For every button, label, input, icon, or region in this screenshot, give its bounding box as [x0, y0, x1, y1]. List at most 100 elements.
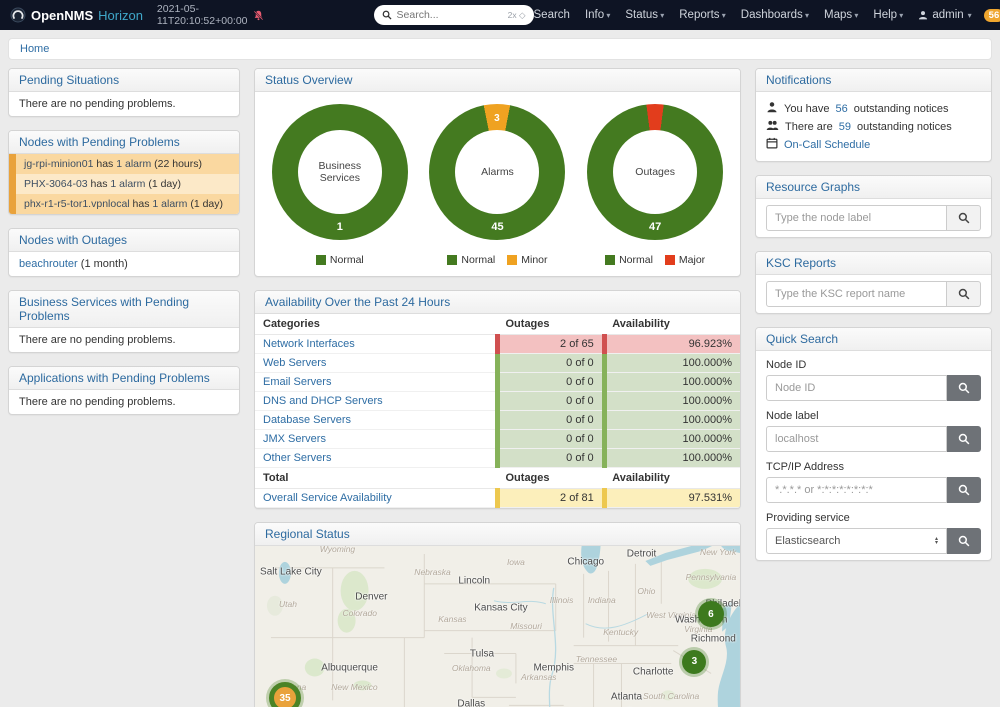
ksc-reports-search-button[interactable]	[947, 281, 981, 307]
donut-total-value: 1	[272, 221, 408, 233]
ksc-reports-input[interactable]	[766, 281, 947, 307]
breadcrumb-home-link[interactable]: Home	[20, 43, 49, 55]
notif-text: You have	[784, 103, 829, 115]
nav-admin-menu[interactable]: admin ▾	[918, 9, 971, 21]
alarm-link[interactable]: 1 alarm	[116, 158, 151, 170]
map-cluster-marker-35[interactable]: 35	[269, 682, 301, 707]
donut-center-label: Outages	[635, 166, 675, 178]
tcp-ip-address-search-button[interactable]	[947, 477, 981, 503]
category-link[interactable]: Web Servers	[263, 357, 326, 369]
map-state-label-iowa: Iowa	[507, 557, 525, 567]
notif-text: outstanding notices	[854, 103, 949, 115]
providing-service-search-button[interactable]	[947, 528, 981, 554]
providing-service-select[interactable]: Elasticsearch▴▾	[766, 528, 947, 554]
status-overview-card: Status Overview Business Services1Normal…	[254, 68, 741, 277]
nav-item-maps[interactable]: Maps ▾	[824, 9, 858, 21]
map-state-label-tennessee: Tennessee	[576, 654, 617, 664]
node-label-search-button[interactable]	[947, 426, 981, 452]
map-state-label-indiana: Indiana	[588, 595, 616, 605]
admin-username: admin	[932, 9, 963, 21]
legend-swatch	[665, 255, 675, 265]
notification-item: You have 56 outstanding notices	[766, 101, 981, 116]
row-text: has	[93, 158, 116, 170]
notif-link[interactable]: On-Call Schedule	[784, 139, 870, 151]
category-link[interactable]: Network Interfaces	[263, 338, 355, 350]
chevron-down-icon: ▾	[852, 11, 858, 20]
node-link[interactable]: phx-r1-r5-tor1.vpnlocal	[24, 198, 130, 210]
category-link[interactable]: Database Servers	[263, 414, 351, 426]
map-city-label-charlotte: Charlotte	[633, 667, 674, 678]
user-icon	[918, 10, 928, 20]
map-cluster-marker-3[interactable]: 3	[682, 650, 706, 674]
category-link[interactable]: Other Servers	[263, 452, 331, 464]
notif-link[interactable]: 59	[839, 121, 851, 133]
availability-value: 96.923%	[604, 335, 740, 354]
donut-chart[interactable]: Business Services1	[272, 104, 408, 240]
notification-badge-1[interactable]: 56	[984, 9, 1000, 22]
donut-chart[interactable]: Alarms453	[429, 104, 565, 240]
search-icon	[958, 288, 970, 300]
category-link[interactable]: Email Servers	[263, 376, 331, 388]
resource-graphs-search-button[interactable]	[947, 205, 981, 231]
category-link[interactable]: DNS and DHCP Servers	[263, 395, 383, 407]
nav-item-search[interactable]: Search	[534, 9, 570, 21]
calendar-icon-wrap	[766, 137, 778, 152]
notifications-off-icon[interactable]	[253, 10, 264, 21]
node-id-input[interactable]	[766, 375, 947, 401]
regional-status-map[interactable]: WyomingSalt Lake CityUtahDenverColoradoN…	[255, 546, 740, 707]
row-text: has	[88, 178, 111, 190]
card-title[interactable]: Nodes with Pending Problems	[9, 131, 239, 154]
nav-item-reports[interactable]: Reports ▾	[679, 9, 726, 21]
right-column: Notifications You have 56 outstanding no…	[755, 68, 992, 574]
donut-slice-value: 3	[494, 113, 500, 124]
donut-chart[interactable]: Outages47	[587, 104, 723, 240]
category-link[interactable]: JMX Servers	[263, 433, 326, 445]
node-link[interactable]: PHX-3064-03	[24, 178, 88, 190]
node-link[interactable]: beachrouter	[19, 258, 78, 270]
donut-legend: NormalMinor	[447, 254, 547, 266]
search-input[interactable]	[397, 9, 503, 21]
donut-hole: Outages	[613, 130, 697, 214]
node-id-search-button[interactable]	[947, 375, 981, 401]
map-cluster-marker-6[interactable]: 6	[698, 601, 724, 627]
alarm-link[interactable]: 1 alarm	[110, 178, 145, 190]
chevron-down-icon: ▾	[720, 11, 726, 20]
opennms-logo	[10, 7, 26, 23]
nodes-pending-problems-card: Nodes with Pending Problems jg-rpi-minio…	[8, 130, 240, 215]
pending-problem-row: jg-rpi-minion01 has 1 alarm (22 hours)	[9, 154, 239, 174]
donut-total-value: 45	[429, 221, 565, 233]
alarm-link[interactable]: 1 alarm	[152, 198, 187, 210]
brand[interactable]: OpenNMS Horizon	[10, 7, 143, 23]
card-title[interactable]: Applications with Pending Problems	[9, 367, 239, 390]
nav-item-dashboards[interactable]: Dashboards ▾	[741, 9, 809, 21]
left-column: Pending Situations There are no pending …	[8, 68, 240, 428]
top-navbar: OpenNMS Horizon 2021-05-11T20:10:52+00:0…	[0, 0, 1000, 30]
card-title[interactable]: Pending Situations	[9, 69, 239, 92]
map-city-label-tulsa: Tulsa	[470, 648, 494, 659]
nav-item-info[interactable]: Info ▾	[585, 9, 610, 21]
availability-row: Web Servers0 of 0100.000%	[255, 354, 740, 373]
card-title[interactable]: Business Services with Pending Problems	[9, 291, 239, 328]
map-base	[255, 546, 740, 707]
map-state-label-wyoming: Wyoming	[320, 546, 355, 554]
outages-value: 0 of 0	[498, 392, 605, 411]
col-header-categories: Categories	[255, 314, 498, 335]
nav-item-help[interactable]: Help ▾	[873, 9, 903, 21]
node-label-input[interactable]	[766, 426, 947, 452]
alarm-age: (1 day)	[187, 198, 223, 210]
card-title[interactable]: Nodes with Outages	[9, 229, 239, 252]
tcp-ip-address-input[interactable]	[766, 477, 947, 503]
nav-item-status[interactable]: Status ▾	[625, 9, 664, 21]
node-link[interactable]: jg-rpi-minion01	[24, 158, 93, 170]
notif-link[interactable]: 56	[835, 103, 847, 115]
brand-horizon: Horizon	[98, 8, 143, 23]
legend-item-major: Major	[665, 254, 705, 266]
nav-links: Search Info ▾ Status ▾ Reports ▾ Dashboards …	[534, 9, 904, 21]
legend-item-normal: Normal	[605, 254, 653, 266]
map-city-label-richmond: Richmond	[691, 634, 736, 645]
field-group-node-id	[766, 375, 981, 401]
card-title: Regional Status	[255, 523, 740, 546]
overall-availability-link[interactable]: Overall Service Availability	[263, 492, 392, 504]
resource-graphs-input[interactable]	[766, 205, 947, 231]
notification-items: You have 56 outstanding noticesThere are…	[756, 92, 991, 161]
